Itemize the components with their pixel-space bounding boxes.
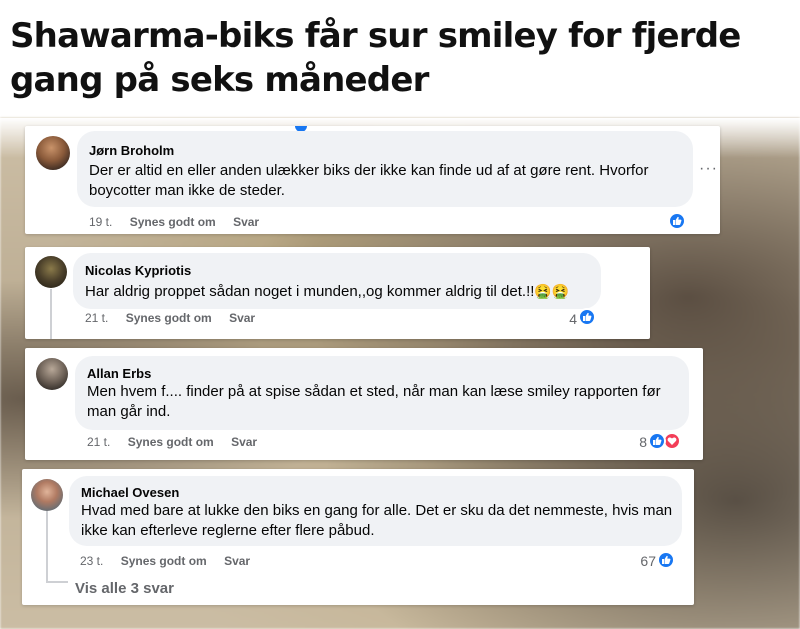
comment-text: Men hvem f.... finder på at spise sådan … [87,383,661,420]
nauseated-emoji: 🤮🤮 [534,283,570,299]
comment-time[interactable]: 21 t. [85,311,108,325]
comment-author[interactable]: Jørn Broholm [89,143,174,158]
comment-author[interactable]: Michael Ovesen [81,485,179,500]
comment-card: Jørn Broholm Der er altid en eller anden… [25,126,720,234]
comment-text: Hvad med bare at lukke den biks en gang … [81,502,673,539]
avatar[interactable] [31,479,63,511]
like-icon[interactable] [657,551,675,569]
comment-card: Michael Ovesen Hvad med bare at lukke de… [22,469,694,605]
comment-author[interactable]: Nicolas Kypriotis [85,263,191,278]
like-button[interactable]: Synes godt om [128,435,214,449]
like-icon[interactable] [668,212,686,230]
more-options-icon[interactable]: ··· [699,160,718,178]
comment-actions: 21 t. Synes godt om Svar [87,435,271,449]
reaction-count[interactable]: 8 [625,434,647,450]
article-headline: Shawarma-biks får sur smiley for fjerde … [10,16,741,100]
comment-card: Allan Erbs Men hvem f.... finder på at s… [25,348,703,460]
like-button[interactable]: Synes godt om [130,215,216,229]
reply-button[interactable]: Svar [229,311,255,325]
comment-bubble: Jørn Broholm Der er altid en eller anden… [77,131,693,207]
comment-time[interactable]: 19 t. [89,215,112,229]
reaction-count[interactable]: 4 [555,311,577,327]
comment-bubble: Allan Erbs Men hvem f.... finder på at s… [75,356,689,430]
reply-button[interactable]: Svar [231,435,257,449]
comment-actions: 23 t. Synes godt om Svar [80,554,264,568]
comment-author[interactable]: Allan Erbs [87,366,151,381]
reaction-count[interactable]: 67 [632,553,656,569]
avatar[interactable] [36,358,68,390]
comment-time[interactable]: 21 t. [87,435,110,449]
view-all-replies-link[interactable]: Vis alle 3 svar [75,580,174,597]
like-button[interactable]: Synes godt om [126,311,212,325]
comment-card: Nicolas Kypriotis Har aldrig proppet såd… [25,247,650,339]
reply-button[interactable]: Svar [233,215,259,229]
like-icon[interactable] [578,308,596,326]
comment-actions: 21 t. Synes godt om Svar [85,311,269,325]
comment-bubble: Nicolas Kypriotis Har aldrig proppet såd… [73,253,601,309]
comment-text: Der er altid en eller anden ulækker biks… [89,162,649,199]
comment-time[interactable]: 23 t. [80,554,103,568]
comment-bubble: Michael Ovesen Hvad med bare at lukke de… [69,476,682,546]
reply-button[interactable]: Svar [224,554,250,568]
like-icon[interactable] [648,432,666,450]
avatar[interactable] [35,256,67,288]
comment-actions: 19 t. Synes godt om Svar [89,215,273,229]
avatar[interactable] [36,136,70,170]
comment-text: Har aldrig proppet sådan noget i munden,… [85,283,570,300]
like-button[interactable]: Synes godt om [121,554,207,568]
